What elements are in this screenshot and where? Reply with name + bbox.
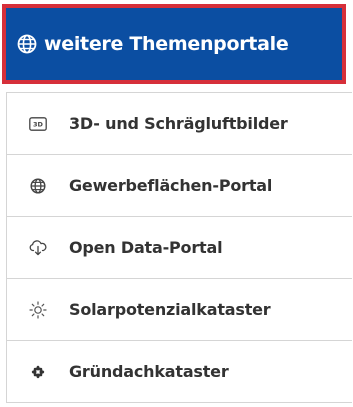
3d-icon: 3D [28, 114, 48, 134]
list-item-gruendachkataster[interactable]: Gründachkataster [7, 341, 352, 403]
sun-icon [28, 300, 48, 320]
list-item-label: Gründachkataster [69, 362, 229, 381]
themenportale-panel: weitere Themenportale 3D 3D- und Schrägl… [0, 0, 353, 407]
list-item-label: Open Data-Portal [69, 238, 223, 257]
cloud-download-icon [28, 238, 48, 258]
globe-icon [16, 33, 38, 55]
themenportale-header[interactable]: weitere Themenportale [2, 4, 346, 84]
list-item-label: Gewerbeflächen-Portal [69, 176, 273, 195]
list-item-open-data[interactable]: Open Data-Portal [7, 217, 352, 279]
svg-text:3D: 3D [33, 120, 44, 128]
list-item-label: Solarpotenzialkataster [69, 300, 271, 319]
portal-list: 3D 3D- und Schrägluftbilder Gewerbefläch… [6, 92, 352, 403]
list-item-label: 3D- und Schrägluftbilder [69, 114, 288, 133]
globe-icon [28, 176, 48, 196]
list-item-gewerbeflaechen[interactable]: Gewerbeflächen-Portal [7, 155, 352, 217]
list-item-3d-schraegluftbilder[interactable]: 3D 3D- und Schrägluftbilder [7, 93, 352, 155]
list-item-solarpotenzialkataster[interactable]: Solarpotenzialkataster [7, 279, 352, 341]
leaf-icon [28, 362, 48, 382]
header-title: weitere Themenportale [44, 33, 289, 55]
